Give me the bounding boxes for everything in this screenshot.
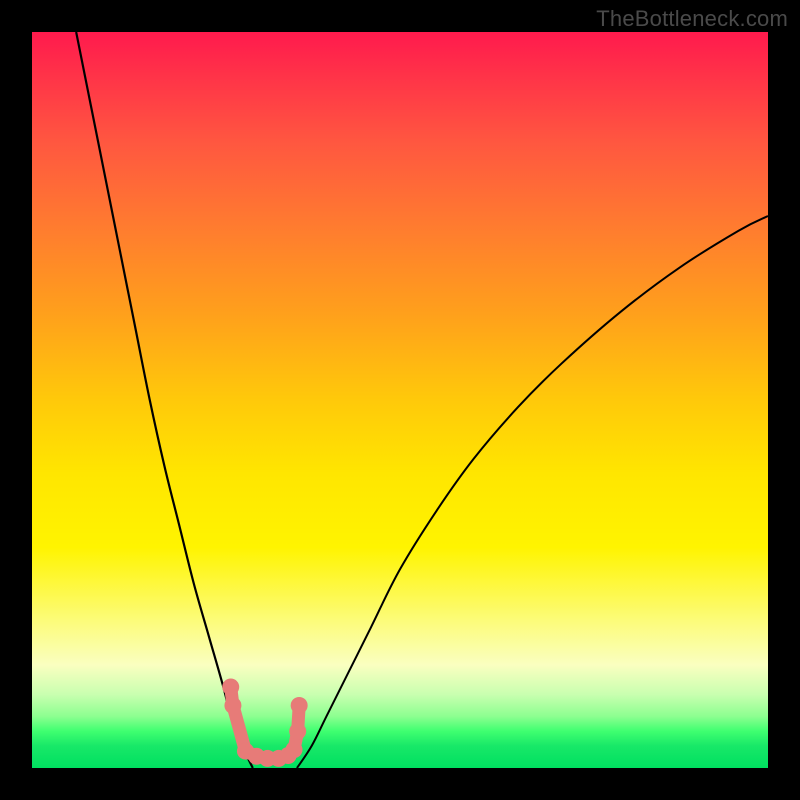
plot-area xyxy=(32,32,768,768)
marker-dot xyxy=(289,723,306,740)
curves-svg xyxy=(32,32,768,768)
marker-dot xyxy=(224,697,241,714)
marker-dot xyxy=(291,697,308,714)
left-curve xyxy=(76,32,253,768)
marker-dot xyxy=(222,679,239,696)
chart-frame: TheBottleneck.com xyxy=(0,0,800,800)
watermark-label: TheBottleneck.com xyxy=(596,6,788,32)
marker-dot xyxy=(286,741,303,758)
right-curve xyxy=(297,216,768,768)
